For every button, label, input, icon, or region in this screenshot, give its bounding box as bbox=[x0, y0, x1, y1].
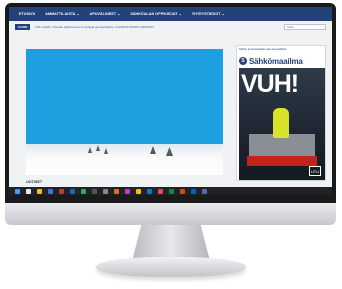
windows-icon[interactable] bbox=[15, 188, 20, 194]
ad-tagline: Sähkö- ja tietotekniikan alan ammattileh… bbox=[239, 48, 287, 51]
music-icon[interactable] bbox=[158, 188, 163, 194]
ticker-badge: UUSIN bbox=[15, 24, 31, 30]
chrome-icon[interactable] bbox=[81, 188, 86, 194]
photos-icon[interactable] bbox=[59, 188, 64, 194]
magazine-ad[interactable]: Sähkö- ja tietotekniikan alan ammattileh… bbox=[236, 45, 326, 181]
ticker-text[interactable]: 1.10.4.2020 / Uuvelta sähkövoima voi teh… bbox=[34, 25, 284, 29]
mail-icon[interactable] bbox=[48, 188, 53, 194]
terminal-icon[interactable] bbox=[92, 188, 97, 194]
files-icon[interactable] bbox=[37, 188, 42, 194]
media-icon[interactable] bbox=[125, 188, 130, 194]
cover-red-bar bbox=[247, 156, 317, 166]
nav-item-home[interactable]: ETUSIVU bbox=[19, 12, 35, 16]
magazine-cover: VUH! UTU bbox=[239, 68, 325, 180]
screen: ETUSIVU AMMATTILAISTA ⌄ APUVÄLINEET ⌄ SÄ… bbox=[9, 7, 332, 195]
monitor-chin bbox=[5, 203, 336, 225]
nav-item-tools[interactable]: APUVÄLINEET ⌄ bbox=[90, 12, 121, 16]
tree-shape bbox=[88, 147, 92, 153]
search-input[interactable] bbox=[284, 24, 326, 30]
taskbar bbox=[9, 187, 332, 195]
hero-image[interactable] bbox=[26, 49, 223, 175]
tree-shape bbox=[104, 148, 108, 154]
monitor-bezel: ETUSIVU AMMATTILAISTA ⌄ APUVÄLINEET ⌄ SÄ… bbox=[5, 3, 336, 209]
nav-item-contacts[interactable]: YHTEYSTIEDOT ⌄ bbox=[192, 12, 225, 16]
explorer-icon[interactable] bbox=[70, 188, 75, 194]
cover-badge: UTU bbox=[309, 166, 321, 176]
cover-person bbox=[273, 108, 289, 138]
outlook-icon[interactable] bbox=[191, 188, 196, 194]
calendar-icon[interactable] bbox=[147, 188, 152, 194]
tree-shape bbox=[96, 145, 100, 151]
maps-icon[interactable] bbox=[169, 188, 174, 194]
hero-snow-field bbox=[26, 144, 223, 175]
tree-shape bbox=[150, 146, 156, 154]
ad-brand-name: Sähkömaailma bbox=[249, 56, 303, 66]
cover-headline: VUH! bbox=[241, 70, 299, 98]
hero-sky bbox=[26, 49, 223, 144]
photos2-icon[interactable] bbox=[180, 188, 185, 194]
monitor-stand-base bbox=[96, 257, 246, 277]
main-nav: ETUSIVU AMMATTILAISTA ⌄ APUVÄLINEET ⌄ SÄ… bbox=[9, 7, 332, 21]
magazine-logo-icon: S bbox=[239, 57, 247, 65]
section-heading: UUTISET bbox=[26, 180, 43, 184]
teams-icon[interactable] bbox=[202, 188, 207, 194]
settings-icon[interactable] bbox=[103, 188, 108, 194]
search-icon[interactable] bbox=[26, 188, 31, 194]
nav-item-professionals[interactable]: AMMATTILAISTA ⌄ bbox=[45, 12, 79, 16]
tree-shape bbox=[166, 147, 173, 156]
ad-brand: S Sähkömaailma bbox=[239, 56, 325, 66]
nav-item-textbooks[interactable]: SÄHKÖALAN OPPIKIRJAT ⌄ bbox=[130, 12, 181, 16]
notes-icon[interactable] bbox=[136, 188, 141, 194]
store-icon[interactable] bbox=[114, 188, 119, 194]
monitor-stand-neck bbox=[132, 225, 210, 261]
news-ticker: UUSIN 1.10.4.2020 / Uuvelta sähkövoima v… bbox=[15, 23, 327, 31]
